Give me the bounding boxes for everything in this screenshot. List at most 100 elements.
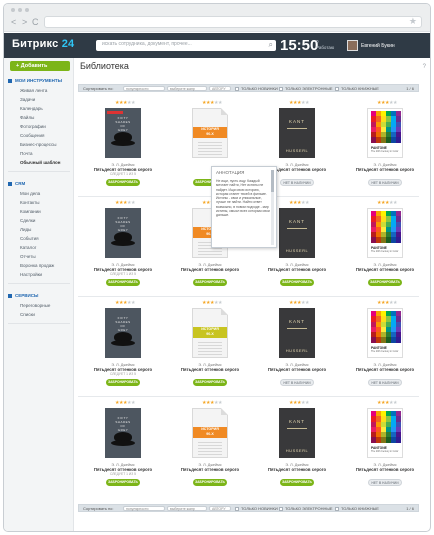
- author-select[interactable]: АВТОРУ: [209, 86, 231, 91]
- book-title[interactable]: Пятьдесят оттенков серого: [262, 467, 332, 472]
- unavailable-button[interactable]: НЕТ В НАЛИЧИИ: [280, 379, 314, 386]
- reserve-button[interactable]: ЗАБРОНИРОВАТЬ: [106, 179, 140, 186]
- book-cover[interactable]: KANT HUSSERL: [279, 408, 315, 458]
- book-title[interactable]: Пятьдесят оттенков серого: [175, 367, 245, 372]
- bookmark-star-icon[interactable]: ★: [409, 16, 417, 27]
- book-card[interactable]: ★★★★★ KANT HUSSERL Э. Л. Джеймс Пятьдесят от…: [262, 300, 332, 396]
- back-icon[interactable]: <: [11, 18, 16, 27]
- sidebar-item[interactable]: Почта: [20, 151, 33, 156]
- book-cover[interactable]: KANT HUSSERL: [279, 208, 315, 258]
- sidebar-item[interactable]: Компании: [20, 209, 41, 214]
- book-cover[interactable]: PANTONE The 20th Century in Color: [367, 408, 403, 458]
- sort-select[interactable]: популярности: [123, 86, 165, 91]
- document-cover[interactable]: ИСТОРИЯ 90-Х: [192, 408, 228, 458]
- reserve-button[interactable]: ЗАБРОНИРОВАТЬ: [280, 479, 314, 486]
- clock[interactable]: 15:50: [280, 37, 318, 54]
- pager[interactable]: 1 / 6: [406, 86, 414, 91]
- minimize-dot[interactable]: [18, 8, 22, 12]
- new-only-checkbox[interactable]: [235, 506, 239, 511]
- print-only-checkbox[interactable]: [335, 86, 339, 91]
- book-cover[interactable]: PANTONE The 20th Century in Color: [367, 308, 403, 358]
- book-title[interactable]: Пятьдесят оттенков серого: [262, 367, 332, 372]
- sidebar-item[interactable]: Воронка продаж: [20, 263, 54, 268]
- sidebar-section-title[interactable]: МОИ ИНСТРУМЕНТЫ: [8, 78, 62, 83]
- reserve-button[interactable]: ЗАБРОНИРОВАТЬ: [106, 279, 140, 286]
- reload-icon[interactable]: C: [32, 18, 39, 27]
- book-cover[interactable]: KANT HUSSERL: [279, 308, 315, 358]
- sidebar-item[interactable]: Контакты: [20, 200, 39, 205]
- address-bar[interactable]: ★: [44, 16, 422, 28]
- sidebar-item[interactable]: Календарь: [20, 106, 43, 111]
- sidebar-item[interactable]: Мои дела: [20, 191, 40, 196]
- book-card[interactable]: ★★★★★ FIFTY SHADES OF GREY Э. Л. Джеймс Пятьде…: [88, 300, 158, 396]
- book-card[interactable]: ★★★★★ FIFTY SHADES OF GREY Э. Л. Джеймс Пятьде…: [88, 400, 158, 496]
- avatar[interactable]: [347, 40, 358, 51]
- tooltip-scrollbar[interactable]: [271, 170, 274, 245]
- sidebar-item[interactable]: Отчеты: [20, 254, 36, 259]
- work-status[interactable]: 0 Работаю: [316, 39, 334, 51]
- unavailable-button[interactable]: НЕТ В НАЛИЧИИ: [280, 179, 314, 186]
- document-cover[interactable]: ИСТОРИЯ 90-Х: [192, 308, 228, 358]
- forward-icon[interactable]: >: [22, 18, 27, 27]
- electronic-only-checkbox[interactable]: [279, 506, 283, 511]
- sidebar-item[interactable]: Фотографии: [20, 124, 46, 129]
- sidebar-item[interactable]: Бизнес-процессы: [20, 142, 56, 147]
- unavailable-button[interactable]: НЕТ В НАЛИЧИИ: [368, 479, 402, 486]
- sidebar-item[interactable]: Переговорные: [20, 303, 50, 308]
- genre-select[interactable]: выберите жанр: [167, 506, 207, 511]
- new-only-checkbox[interactable]: [235, 86, 239, 91]
- sidebar-section-title[interactable]: СЕРВИСЫ: [8, 293, 38, 298]
- reserve-button[interactable]: ЗАБРОНИРОВАТЬ: [193, 479, 227, 486]
- book-cover[interactable]: PANTONE The 20th Century in Color: [367, 108, 403, 158]
- sidebar-item[interactable]: События: [20, 236, 39, 241]
- genre-select[interactable]: выберите жанр: [167, 86, 207, 91]
- book-card[interactable]: ★★★★★ PANTONE The 20th Century in Color Э. …: [350, 400, 420, 496]
- reserve-button[interactable]: ЗАБРОНИРОВАТЬ: [106, 379, 140, 386]
- sidebar-item[interactable]: Лиды: [20, 227, 31, 232]
- book-card[interactable]: ★★★★★ FIFTY SHADES OF GREY Э. Л. Джеймс Пятьде…: [88, 200, 158, 296]
- reserve-button[interactable]: ЗАБРОНИРОВАТЬ: [106, 479, 140, 486]
- book-card[interactable]: ★★★★★ PANTONE The 20th Century in Color Э. …: [350, 100, 420, 196]
- book-title[interactable]: Пятьдесят оттенков серого: [350, 367, 420, 372]
- book-title[interactable]: Пятьдесят оттенков серого: [175, 467, 245, 472]
- pager[interactable]: 1 / 6: [406, 506, 414, 511]
- sidebar-item[interactable]: Живая лента: [20, 88, 47, 93]
- sort-select[interactable]: популярности: [123, 506, 165, 511]
- username[interactable]: Евгений Букин: [361, 43, 395, 49]
- book-card[interactable]: ★★★★★ PANTONE The 20th Century in Color Э. …: [350, 300, 420, 396]
- maximize-dot[interactable]: [25, 8, 29, 12]
- reserve-button[interactable]: ЗАБРОНИРОВАТЬ: [368, 279, 402, 286]
- book-title[interactable]: Пятьдесят оттенков серого: [350, 267, 420, 272]
- sidebar-item[interactable]: Каталог: [20, 245, 36, 250]
- author-select[interactable]: АВТОРУ: [209, 506, 231, 511]
- help-icon[interactable]: ?: [423, 64, 426, 70]
- sidebar-item[interactable]: Файлы: [20, 115, 34, 120]
- print-only-checkbox[interactable]: [335, 506, 339, 511]
- reserve-button[interactable]: ЗАБРОНИРОВАТЬ: [193, 379, 227, 386]
- book-cover[interactable]: FIFTY SHADES OF GREY: [105, 408, 141, 458]
- sidebar-item[interactable]: Настройки: [20, 272, 42, 277]
- book-cover[interactable]: FIFTY SHADES OF GREY: [105, 108, 141, 158]
- book-cover[interactable]: FIFTY SHADES OF GREY: [105, 308, 141, 358]
- sidebar-section-title[interactable]: CRM: [8, 181, 25, 186]
- add-button[interactable]: + Добавить: [10, 61, 70, 71]
- book-title[interactable]: Пятьдесят оттенков серого: [262, 267, 332, 272]
- close-dot[interactable]: [11, 8, 15, 12]
- book-title[interactable]: Пятьдесят оттенков серого: [350, 467, 420, 472]
- search-icon[interactable]: ⌕: [269, 40, 273, 50]
- search-input[interactable]: искать сотрудника, документ, прочее... ⌕: [96, 40, 276, 51]
- sidebar-item[interactable]: Сообщения: [20, 133, 44, 138]
- sidebar-item[interactable]: Задачи: [20, 97, 35, 102]
- unavailable-button[interactable]: НЕТ В НАЛИЧИИ: [368, 379, 402, 386]
- book-card[interactable]: ★★★★★ KANT HUSSERL Э. Л. Джеймс Пятьдесят от…: [262, 400, 332, 496]
- book-card[interactable]: ★★★★★ FIFTY SHADES OF GREY Э. Л. Джеймс Пятьде…: [88, 100, 158, 196]
- electronic-only-checkbox[interactable]: [279, 86, 283, 91]
- book-cover[interactable]: FIFTY SHADES OF GREY: [105, 208, 141, 258]
- sidebar-item[interactable]: Обычный шаблон: [20, 160, 61, 165]
- book-card[interactable]: ★★★★★ PANTONE The 20th Century in Color Э. …: [350, 200, 420, 296]
- book-cover[interactable]: PANTONE The 20th Century in Color: [367, 208, 403, 258]
- reserve-button[interactable]: ЗАБРОНИРОВАТЬ: [193, 279, 227, 286]
- sidebar-item[interactable]: Списки: [20, 312, 35, 317]
- book-cover[interactable]: KANT HUSSERL: [279, 108, 315, 158]
- sidebar-item[interactable]: Сделки: [20, 218, 35, 223]
